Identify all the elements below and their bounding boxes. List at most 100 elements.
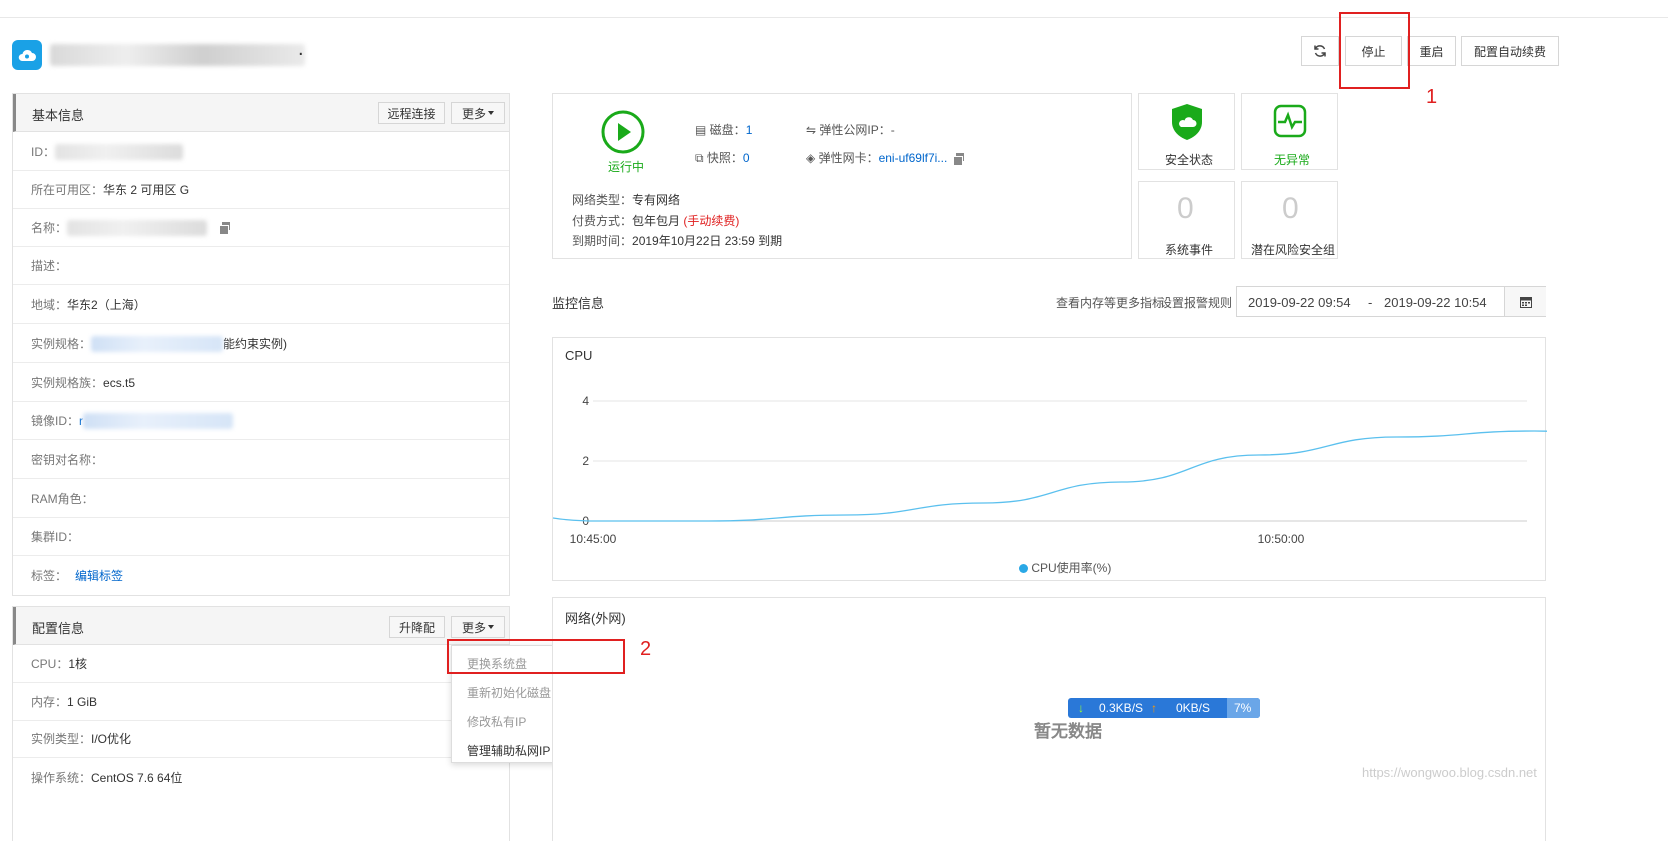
- auto-renew-button[interactable]: 配置自动续费: [1461, 36, 1559, 66]
- row-zone: 所在可用区： 华东 2 可用区 G: [13, 171, 509, 209]
- eni-label: 弹性网卡：: [818, 151, 879, 165]
- network-type-label: 网络类型：: [572, 193, 633, 207]
- edit-tags-link[interactable]: 编辑标签: [75, 567, 123, 584]
- snapshot-info: ⧉ 快照：0: [695, 149, 750, 166]
- spec-suffix: 能约束实例): [223, 337, 288, 351]
- basic-info-title: 基本信息: [32, 108, 85, 123]
- chevron-down-icon: [488, 625, 494, 629]
- date-range-picker[interactable]: 2019-09-22 09:54 - 2019-09-22 10:54: [1236, 286, 1546, 317]
- menu-item-manage-secondary-ip[interactable]: 管理辅助私网IP: [467, 742, 550, 759]
- risk-security-group-tile[interactable]: 0 潜在风险安全组: [1241, 181, 1338, 259]
- tag-label: 标签：: [31, 568, 68, 583]
- eni-link[interactable]: eni-uf69lf7i...: [879, 151, 948, 165]
- health-label: 无异常: [1274, 153, 1311, 167]
- menu-item-modify-private-ip[interactable]: 修改私有IP: [467, 713, 526, 730]
- percent-value: 7%: [1234, 701, 1252, 715]
- calendar-button[interactable]: [1504, 287, 1546, 316]
- keypair-label: 密钥对名称：: [31, 453, 104, 467]
- copy-icon[interactable]: [953, 153, 965, 167]
- config-more-label: 更多: [461, 620, 486, 635]
- snapshot-icon: ⧉: [695, 151, 707, 165]
- range-start: 2019-09-22 09:54: [1248, 295, 1351, 310]
- refresh-icon: [1314, 45, 1326, 57]
- basic-info-panel: 基本信息 远程连接 更多 ID： 所在可用区： 华东 2 可用区 G 名称： 描述…: [12, 93, 510, 596]
- row-region: 地域： 华东2（上海）: [13, 286, 509, 324]
- risk-count: 0: [1282, 192, 1299, 225]
- alarm-rules-link[interactable]: 设置报警规则: [1160, 294, 1232, 311]
- row-family: 实例规格族： ecs.t5: [13, 364, 509, 402]
- config-more-dropdown[interactable]: 更多: [451, 616, 505, 638]
- spec-redacted: [91, 335, 224, 352]
- running-play-icon: [601, 110, 645, 154]
- disk-info: ▤ 磁盘：1: [695, 121, 752, 138]
- running-status: 运行中: [608, 160, 645, 174]
- payment-type: 付费方式：包年包月 (手动续费): [572, 212, 739, 229]
- upgrade-button[interactable]: 升降配: [389, 616, 445, 638]
- zone-label: 所在可用区：: [31, 183, 104, 197]
- heartbeat-monitor-icon: [1273, 104, 1307, 138]
- top-bar-edge: [0, 0, 1668, 18]
- basic-more-label: 更多: [461, 106, 486, 121]
- system-events-tile[interactable]: 0 系统事件: [1138, 181, 1235, 259]
- calendar-icon: [1519, 296, 1532, 308]
- system-events-label: 系统事件: [1165, 243, 1214, 257]
- id-redacted: [55, 143, 184, 160]
- family-value: ecs.t5: [103, 375, 136, 390]
- image-label: 镜像ID：: [31, 414, 80, 428]
- more-metrics-link[interactable]: 查看内存等更多指标: [1056, 294, 1164, 311]
- cpu-legend-label: CPU使用率(%): [1031, 561, 1112, 575]
- snapshot-count-link[interactable]: 0: [743, 151, 750, 165]
- row-keypair: 密钥对名称：: [13, 441, 509, 479]
- row-memory: 内存： 1 GiB: [13, 683, 509, 721]
- family-label: 实例规格族：: [31, 376, 104, 390]
- cpu-value: 1核: [68, 657, 88, 671]
- eni-icon: ◈: [806, 151, 819, 165]
- row-image: 镜像ID： r: [13, 402, 509, 440]
- row-name: 名称：: [13, 209, 509, 247]
- basic-more-dropdown[interactable]: 更多: [451, 102, 505, 124]
- refresh-button[interactable]: [1301, 36, 1339, 66]
- row-os: 操作系统： CentOS 7.6 64位: [13, 758, 509, 796]
- row-tags: 标签： 编辑标签: [13, 556, 509, 594]
- config-info-panel: 配置信息 升降配 更多 CPU： 1核 内存： 1 GiB 实例类型： I/O优化 操…: [12, 606, 510, 841]
- copy-icon[interactable]: [219, 222, 231, 235]
- annotation-number-1: 1: [1426, 86, 1438, 108]
- menu-item-reinit-disk[interactable]: 重新初始化磁盘: [467, 684, 551, 701]
- pay-value: 包年包月: [632, 214, 681, 228]
- instance-title-redacted: [50, 44, 305, 66]
- instance-title-suffix: .: [298, 38, 304, 60]
- percent-box: 7%: [1227, 698, 1260, 718]
- eni-info: ◈ 弹性网卡：eni-uf69lf7i...: [806, 149, 965, 167]
- eip-value: -: [890, 123, 895, 137]
- cpu-label: CPU：: [31, 657, 69, 671]
- row-spec: 实例规格： 能约束实例): [13, 325, 509, 363]
- spec-label: 实例规格：: [31, 337, 92, 351]
- network-chart-title: 网络(外网): [565, 611, 626, 626]
- row-id: ID：: [13, 133, 509, 171]
- type-label: 实例类型：: [31, 732, 92, 746]
- image-redacted: [83, 412, 234, 429]
- type-value: I/O优化: [91, 732, 132, 746]
- region-value: 华东2（上海）: [67, 298, 146, 312]
- security-status-tile[interactable]: 安全状态: [1138, 93, 1235, 170]
- watermark: https://wongwoo.blog.csdn.net: [1362, 765, 1537, 780]
- monitor-title: 监控信息: [552, 296, 605, 311]
- id-label: ID：: [31, 145, 56, 159]
- row-cluster: 集群ID：: [13, 518, 509, 556]
- cpu-chart-panel: CPU 0 2 4 10:45:00 10:50:00 CPU使用率(%): [552, 337, 1547, 581]
- remote-connect-button[interactable]: 远程连接: [378, 102, 445, 124]
- expire-time: 到期时间：2019年10月22日 23:59 到期: [572, 232, 782, 249]
- instance-status-panel: 运行中 ▤ 磁盘：1 ⧉ 快照：0 ⇋ 弹性公网IP：- ◈ 弹性网卡：eni-…: [552, 93, 1132, 259]
- shield-icon: [1172, 104, 1202, 140]
- health-tile[interactable]: 无异常: [1241, 93, 1338, 170]
- eip-info: ⇋ 弹性公网IP：-: [806, 121, 895, 138]
- no-data-text: 暂无数据: [1034, 722, 1102, 741]
- mem-value: 1 GiB: [67, 694, 98, 709]
- row-ram: RAM角色：: [13, 480, 509, 518]
- eip-icon: ⇋: [806, 123, 820, 137]
- disk-count-link[interactable]: 1: [746, 123, 753, 137]
- range-end: 2019-09-22 10:54: [1384, 295, 1487, 310]
- up-arrow-icon: ↑: [1151, 701, 1157, 715]
- region-label: 地域：: [31, 298, 68, 312]
- restart-button[interactable]: 重启: [1407, 36, 1456, 66]
